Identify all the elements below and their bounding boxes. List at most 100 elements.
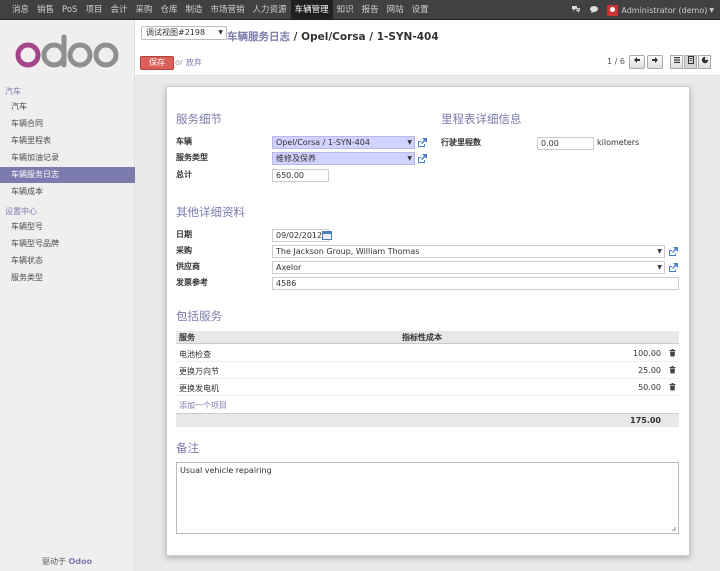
chevron-down-icon: ▼	[709, 6, 714, 14]
odoo-logo[interactable]	[14, 34, 122, 74]
vendor-field[interactable]: Axelor ▼	[272, 261, 665, 274]
debug-view-select[interactable]: 调试视图#2198 ▼	[141, 26, 227, 40]
external-link-icon[interactable]	[417, 154, 427, 163]
odometer-label: 行驶里程数	[441, 138, 481, 147]
sidebar-section-configuration: 设置中心	[5, 207, 37, 216]
arrow-right-icon	[652, 57, 658, 63]
services-table-footer: 175.00	[176, 413, 679, 427]
debug-view-value: 调试视图#2198	[146, 28, 206, 37]
list-icon	[673, 57, 680, 63]
form-view-button[interactable]	[684, 55, 697, 69]
top-menu-item[interactable]: 销售	[33, 0, 58, 20]
trash-icon[interactable]	[669, 349, 676, 357]
breadcrumb-parent[interactable]: 车辆服务日志	[227, 31, 290, 43]
graph-view-button[interactable]	[698, 55, 711, 69]
top-menu-item[interactable]: 设置	[408, 0, 433, 20]
vendor-value: Axelor	[276, 263, 302, 272]
top-menu-item[interactable]: 会计	[106, 0, 131, 20]
sidebar-item[interactable]: 车辆型号品牌	[0, 236, 135, 252]
trash-icon[interactable]	[669, 366, 676, 374]
service-type-field[interactable]: 维修及保养 ▼	[272, 152, 415, 165]
next-button[interactable]	[647, 55, 663, 69]
or-label: or	[175, 58, 184, 67]
breadcrumb-current: Opel/Corsa / 1-SYN-404	[301, 31, 439, 43]
chevron-down-icon: ▼	[657, 248, 662, 255]
chevron-down-icon: ▼	[218, 29, 223, 36]
top-menu-item[interactable]: 车辆管理	[290, 0, 333, 20]
top-menu-item[interactable]: 市场营销	[207, 0, 249, 20]
top-menu-item[interactable]: 制造	[182, 0, 207, 20]
table-row[interactable]: 更换万向节 25.00	[176, 362, 679, 379]
list-view-button[interactable]	[670, 55, 683, 69]
sidebar-section-vehicles: 汽车	[5, 87, 21, 96]
top-menu-item[interactable]: 项目	[81, 0, 106, 20]
top-menu-item[interactable]: 网站	[383, 0, 408, 20]
invoice-ref-label: 发票参考	[176, 278, 208, 287]
date-field[interactable]: 09/02/2012	[272, 229, 329, 242]
sidebar-item[interactable]: 车辆状态	[0, 253, 135, 269]
breadcrumb: 车辆服务日志 / Opel/Corsa / 1-SYN-404	[227, 29, 439, 44]
column-header-service[interactable]: 服务	[179, 332, 195, 343]
chevron-down-icon: ▼	[657, 264, 662, 271]
sidebar-item[interactable]: 车辆合同	[0, 116, 135, 132]
column-header-cost[interactable]: 指标性成本	[402, 332, 442, 343]
sidebar-item[interactable]: 汽车	[0, 99, 135, 115]
sidebar-item[interactable]: 车辆加油记录	[0, 150, 135, 166]
included-services-title: 包括服务	[176, 309, 222, 323]
top-menu-item[interactable]: 报告	[358, 0, 383, 20]
purchaser-field[interactable]: The Jackson Group, William Thomas ▼	[272, 245, 665, 258]
other-details-title: 其他详细资料	[176, 205, 245, 219]
notes-textarea[interactable]: Usual vehicle repairing	[176, 462, 679, 534]
total-label: 总计	[176, 170, 192, 179]
save-button[interactable]: 保存	[140, 56, 174, 70]
form-sheet: 服务细节 车辆 Opel/Corsa / 1-SYN-404 ▼ 服务类型 维修及…	[166, 86, 690, 556]
top-menu-item[interactable]: 采购	[131, 0, 156, 20]
service-type-value: 维修及保养	[276, 154, 316, 163]
or-discard: or 放弃	[175, 57, 202, 68]
top-menu-item[interactable]: 人力资源	[249, 0, 291, 20]
vendor-label: 供应商	[176, 262, 200, 271]
powered-by: 驱动于 Odoo	[42, 556, 92, 567]
resize-handle-icon[interactable]	[671, 526, 677, 532]
trash-icon[interactable]	[669, 383, 676, 391]
calendar-icon[interactable]	[322, 231, 332, 240]
sidebar-item[interactable]: 车辆成本	[0, 184, 135, 200]
sidebar-item[interactable]: 车辆服务日志	[0, 167, 135, 183]
messages-icon[interactable]	[589, 5, 599, 16]
top-menu-item[interactable]: 知识	[333, 0, 358, 20]
sidebar: 汽车 汽车 车辆合同 车辆里程表 车辆加油记录 车辆服务日志 车辆成本 设置中心 车辆型号…	[0, 20, 135, 571]
service-cost: 50.00	[638, 383, 661, 392]
chevron-down-icon: ▼	[407, 139, 412, 146]
table-row[interactable]: 电池检查 100.00	[176, 345, 679, 362]
sidebar-item[interactable]: 服务类型	[0, 270, 135, 286]
sidebar-item[interactable]: 车辆型号	[0, 219, 135, 235]
arrow-left-icon	[634, 57, 640, 63]
avatar	[607, 4, 619, 16]
user-name: Administrator (demo)	[621, 5, 708, 15]
table-row[interactable]: 更换发电机 50.00	[176, 379, 679, 396]
external-link-icon[interactable]	[668, 263, 678, 272]
add-item-link[interactable]: 添加一个项目	[179, 400, 227, 411]
invoice-ref-field[interactable]: 4586	[272, 277, 679, 290]
powered-by-brand[interactable]: Odoo	[69, 557, 93, 566]
top-menu-item[interactable]: 仓库	[157, 0, 182, 20]
breadcrumb-separator: /	[290, 31, 302, 43]
vehicle-field[interactable]: Opel/Corsa / 1-SYN-404 ▼	[272, 136, 415, 149]
top-menu-item[interactable]: 消息	[8, 0, 33, 20]
discard-button[interactable]: 放弃	[186, 58, 202, 67]
external-link-icon[interactable]	[417, 138, 427, 147]
odometer-field[interactable]: 0.00	[537, 137, 594, 150]
odometer-unit: kilometers	[597, 138, 640, 147]
user-menu[interactable]: Administrator (demo) ▼	[607, 4, 714, 16]
previous-button[interactable]	[629, 55, 645, 69]
table-total: 175.00	[630, 416, 661, 425]
vehicle-value: Opel/Corsa / 1-SYN-404	[276, 138, 370, 147]
top-menu-item[interactable]: PoS	[58, 0, 81, 20]
service-name: 电池检查	[179, 350, 211, 359]
service-name: 更换发电机	[179, 384, 219, 393]
chat-icon[interactable]	[571, 5, 581, 16]
external-link-icon[interactable]	[668, 247, 678, 256]
total-field[interactable]: 650.00	[272, 169, 329, 182]
sidebar-item[interactable]: 车辆里程表	[0, 133, 135, 149]
odometer-details-title: 里程表详细信息	[441, 112, 522, 126]
